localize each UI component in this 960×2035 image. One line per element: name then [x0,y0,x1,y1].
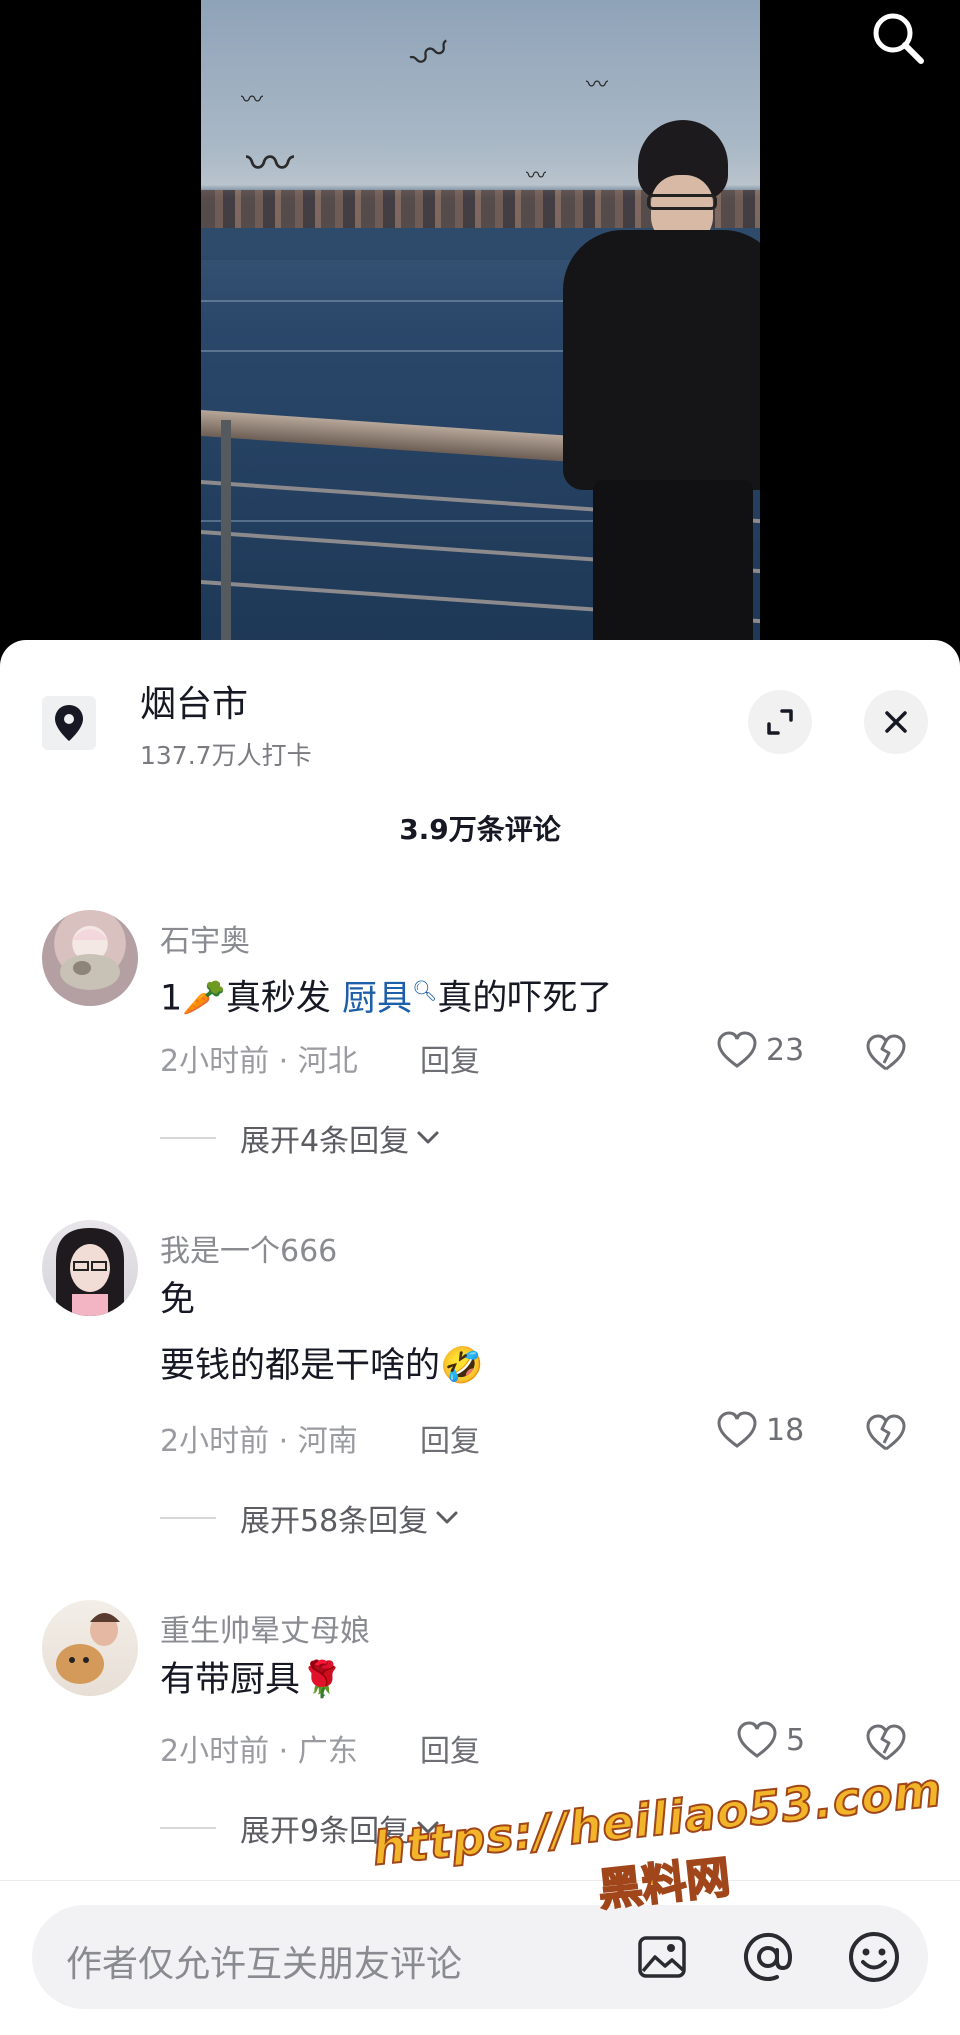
comment-meta: 2小时前 · 河北 [160,1044,358,1079]
username[interactable]: 重生帅晕丈母娘 [160,1606,370,1650]
like-button[interactable]: 18 [716,1410,804,1450]
comment-meta: 2小时前 · 广东 [160,1734,358,1769]
seagull: 〰 [246,136,295,192]
at-icon[interactable] [738,1927,798,1987]
comment-text-part: 真的吓死了 [437,978,613,1019]
username[interactable]: 石宇奥 [160,916,250,960]
broken-heart-icon[interactable] [864,1722,908,1766]
like-button[interactable]: 23 [716,1030,804,1070]
search-small-icon: 🔍︎ [412,978,438,1002]
heart-icon [717,1031,757,1068]
divider-dash [160,1827,216,1829]
divider-dash [160,1137,216,1139]
comment-text-line: 要钱的都是干啥的🤣 [160,1346,484,1386]
seagull: 〰 [241,88,264,113]
expand-replies-label: 展开58条回复 [240,1504,429,1539]
like-count: 23 [766,1032,805,1068]
close-icon[interactable] [864,690,928,754]
comment-input-placeholder: 作者仅允许互关朋友评论 [66,1944,463,1985]
seagull: 〰 [403,25,459,85]
avatar[interactable] [42,1600,138,1696]
like-count: 18 [766,1412,805,1448]
username[interactable]: 我是一个666 [160,1226,337,1270]
video-area[interactable]: 〰 〰 〰 〰 〰 [0,0,960,660]
seagull: 〰 [586,73,609,98]
like-button[interactable]: 5 [736,1720,805,1760]
seagull: 〰 [526,163,546,187]
location-pin-icon[interactable] [42,696,96,750]
search-icon[interactable] [868,8,928,68]
reply-button[interactable]: 回复 [420,1726,480,1770]
expand-replies-button[interactable]: 展开4条回复 [160,1116,443,1160]
comment-text: 有带厨具🌹 [160,1660,344,1700]
comment-text: 1🥕真秒发 厨具🔍︎真的吓死了 [160,968,612,1021]
comment-text-line: 免 [160,1280,196,1320]
broken-heart-icon[interactable] [864,1032,908,1076]
chevron-down-icon [417,1131,439,1144]
like-count: 5 [786,1722,806,1758]
keyword-link[interactable]: 厨具🔍︎ [341,978,438,1019]
person-legs [593,480,753,660]
comment-count: 3.9万条评论 [399,813,561,846]
person-jacket [563,230,760,490]
divider-dash [160,1517,216,1519]
comment-meta: 2小时前 · 河南 [160,1424,358,1459]
location-checkin-count: 137.7万人打卡 [140,741,312,770]
railing-post [221,420,231,660]
person-figure [563,120,760,660]
image-icon[interactable] [632,1927,692,1987]
reply-button[interactable]: 回复 [420,1036,480,1080]
reply-button[interactable]: 回复 [420,1416,480,1460]
comment-text-part: 1🥕真秒发 [160,978,342,1019]
chevron-down-icon [436,1511,458,1524]
avatar[interactable] [42,1220,138,1316]
heart-icon [717,1411,757,1448]
expand-icon[interactable] [748,690,812,754]
avatar[interactable] [42,910,138,1006]
expand-replies-button[interactable]: 展开58条回复 [160,1496,462,1540]
keyword-link-label: 厨具 [341,978,412,1019]
person-glasses [647,194,717,210]
heart-icon [737,1721,777,1758]
broken-heart-icon[interactable] [864,1412,908,1456]
expand-replies-label: 展开4条回复 [240,1124,410,1159]
emoji-icon[interactable] [844,1927,904,1987]
video-frame: 〰 〰 〰 〰 〰 [201,0,760,660]
location-title[interactable]: 烟台市 [140,675,248,727]
